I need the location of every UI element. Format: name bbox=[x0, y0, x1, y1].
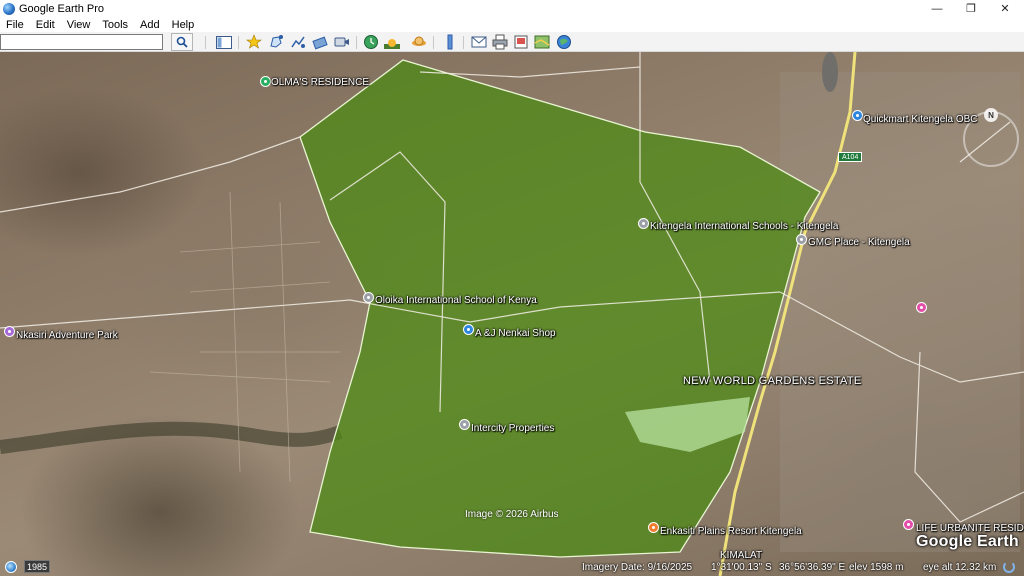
place-label-new-world-gardens[interactable]: NEW WORLD GARDENS ESTATE bbox=[683, 375, 862, 387]
add-polygon-button[interactable] bbox=[267, 34, 285, 50]
toolbar-separator bbox=[463, 36, 464, 49]
search-input[interactable] bbox=[0, 34, 163, 50]
polygon-icon bbox=[270, 35, 283, 48]
place-label-nenkai-shop[interactable]: A &J Nenkai Shop bbox=[475, 328, 556, 339]
rock-outcrop bbox=[822, 52, 838, 92]
menu-add[interactable]: Add bbox=[134, 19, 166, 31]
record-tour-icon bbox=[334, 37, 349, 47]
view-in-maps-button[interactable] bbox=[533, 34, 551, 50]
eye-altitude-readout: eye alt 12.32 km bbox=[923, 562, 997, 573]
search-button[interactable] bbox=[171, 33, 193, 51]
historical-imagery-clock-icon[interactable] bbox=[5, 561, 17, 573]
window-title: Google Earth Pro bbox=[19, 2, 104, 15]
place-label-olmas-residence[interactable]: OLMA'S RESIDENCE bbox=[271, 77, 369, 88]
place-label-gmc-place[interactable]: GMC Place - Kitengela bbox=[808, 237, 910, 248]
minimize-button[interactable]: — bbox=[920, 0, 954, 17]
elevation-readout: elev 1598 m bbox=[849, 562, 904, 573]
place-pin-gmc-place[interactable] bbox=[796, 234, 807, 245]
sunlight-button[interactable] bbox=[383, 34, 401, 50]
title-bar: Google Earth Pro — ❐ ✕ bbox=[0, 0, 1024, 17]
place-pin-quickmart[interactable] bbox=[852, 110, 863, 121]
place-label-oloika-school[interactable]: Oloika International School of Kenya bbox=[375, 295, 537, 306]
menu-help[interactable]: Help bbox=[166, 19, 201, 31]
streaming-progress-icon bbox=[1003, 561, 1015, 573]
imagery-date: Imagery Date: 9/16/2025 bbox=[582, 562, 693, 573]
place-pin-unlabeled[interactable] bbox=[916, 302, 927, 313]
earth-gallery-button[interactable] bbox=[555, 34, 573, 50]
compass-north-button[interactable]: N bbox=[984, 108, 998, 122]
add-path-button[interactable] bbox=[289, 34, 307, 50]
toolbar-separator bbox=[205, 36, 206, 49]
menu-edit[interactable]: Edit bbox=[30, 19, 61, 31]
place-label-nkasiri-park[interactable]: Nkasiri Adventure Park bbox=[16, 330, 118, 341]
email-button[interactable] bbox=[470, 34, 488, 50]
google-earth-app-icon bbox=[3, 2, 15, 15]
print-icon bbox=[492, 34, 508, 50]
place-label-enkasiti-resort[interactable]: Enkasiti Plains Resort Kitengela bbox=[660, 526, 802, 537]
historical-imagery-icon bbox=[364, 35, 378, 49]
status-bar: 1985 Imagery Date: 9/16/2025 1°31'00.13"… bbox=[0, 558, 1024, 576]
map-viewport[interactable]: N A104 OLMA'S RESIDENCE Quickmart Kiteng… bbox=[0, 52, 1024, 576]
add-image-overlay-button[interactable] bbox=[311, 34, 329, 50]
place-label-quickmart[interactable]: Quickmart Kitengela OBC bbox=[863, 114, 978, 125]
sidebar-toggle-icon bbox=[216, 35, 232, 49]
add-placemark-button[interactable] bbox=[245, 34, 263, 50]
toolbar-separator bbox=[356, 36, 357, 49]
latitude-readout: 1°31'00.13" S bbox=[711, 562, 772, 573]
historical-imagery-button[interactable] bbox=[362, 34, 380, 50]
menu-bar: File Edit View Tools Add Help bbox=[0, 17, 1024, 32]
imagery-copyright: Image © 2026 Airbus bbox=[465, 509, 559, 520]
path-icon bbox=[291, 36, 305, 48]
record-tour-button[interactable] bbox=[333, 34, 351, 50]
maximize-button[interactable]: ❐ bbox=[954, 0, 988, 17]
save-image-icon bbox=[514, 35, 528, 49]
map-imagery[interactable] bbox=[0, 52, 1024, 576]
planets-icon bbox=[412, 36, 426, 46]
view-in-maps-icon bbox=[534, 35, 550, 49]
earth-gallery-icon bbox=[557, 35, 571, 49]
sunlight-icon bbox=[384, 39, 400, 49]
longitude-readout: 36°56'36.39" E bbox=[779, 562, 846, 573]
close-button[interactable]: ✕ bbox=[988, 0, 1022, 17]
email-icon bbox=[471, 36, 487, 48]
print-button[interactable] bbox=[491, 34, 509, 50]
place-label-kitengela-intl-schools[interactable]: Kitengela International Schools - Kiteng… bbox=[650, 221, 838, 232]
place-pin-nenkai-shop[interactable] bbox=[463, 324, 474, 335]
place-pin-oloika-school[interactable] bbox=[363, 292, 374, 303]
search-icon bbox=[176, 36, 188, 48]
place-pin-intercity-properties[interactable] bbox=[459, 419, 470, 430]
menu-tools[interactable]: Tools bbox=[96, 19, 134, 31]
toolbar-separator bbox=[433, 36, 434, 49]
place-pin-nkasiri-park[interactable] bbox=[4, 326, 15, 337]
planets-button[interactable] bbox=[410, 34, 428, 50]
place-pin-enkasiti-resort[interactable] bbox=[648, 522, 659, 533]
place-pin-life-urbanite[interactable] bbox=[903, 519, 914, 530]
place-pin-olmas-residence[interactable] bbox=[260, 76, 271, 87]
toolbar-separator bbox=[238, 36, 239, 49]
image-overlay-icon bbox=[312, 36, 328, 50]
drawn-polygon-area[interactable] bbox=[299, 59, 821, 558]
menu-view[interactable]: View bbox=[61, 19, 97, 31]
placemark-icon bbox=[246, 34, 262, 49]
toolbar bbox=[0, 32, 1024, 52]
google-earth-logo: Google Earth bbox=[916, 533, 1019, 550]
route-badge-a104: A104 bbox=[838, 152, 863, 162]
ruler-button[interactable] bbox=[441, 34, 459, 50]
sidebar-toggle-button[interactable] bbox=[215, 34, 233, 50]
place-label-intercity-properties[interactable]: Intercity Properties bbox=[471, 423, 554, 434]
place-pin-kitengela-intl-schools[interactable] bbox=[638, 218, 649, 229]
ruler-icon bbox=[447, 34, 453, 50]
menu-file[interactable]: File bbox=[0, 19, 30, 31]
save-image-button[interactable] bbox=[512, 34, 530, 50]
historical-year-badge[interactable]: 1985 bbox=[24, 560, 50, 573]
